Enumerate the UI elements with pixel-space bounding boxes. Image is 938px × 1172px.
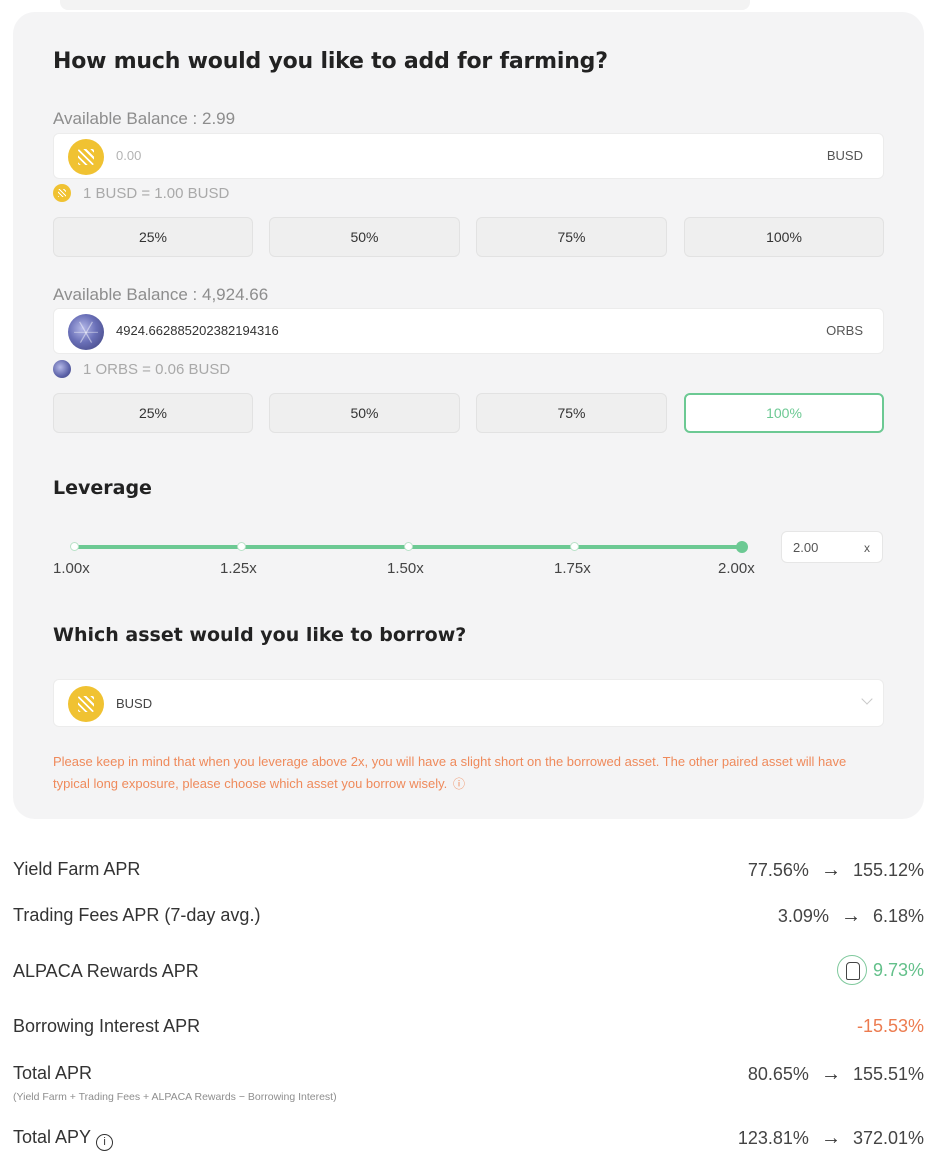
top-edge — [60, 0, 750, 10]
trading-fees-apr-label: Trading Fees APR (7-day avg.) — [13, 905, 261, 925]
orbs-100-button-selected[interactable]: 100% — [684, 393, 884, 433]
orbs-symbol: ORBS — [826, 323, 863, 338]
tick-label-2.00: 2.00x — [718, 560, 755, 577]
borrow-asset-select[interactable]: BUSD — [53, 679, 884, 727]
total-apy-from: 123.81% — [737, 1128, 809, 1148]
busd-coin-icon — [68, 139, 104, 175]
orbs-available-balance: Available Balance : 4,924.66 — [53, 285, 269, 304]
busd-rate: 1 BUSD = 1.00 BUSD — [53, 184, 229, 202]
busd-percent-buttons: 25% 50% 75% 100% — [53, 217, 884, 257]
total-apy-label-text: Total APY — [13, 1127, 92, 1147]
warning-text: Please keep in mind that when you levera… — [53, 754, 847, 791]
chevron-down-icon[interactable] — [861, 693, 873, 705]
busd-coin-icon — [68, 686, 104, 722]
slider-tick-1.50[interactable] — [404, 542, 413, 551]
yield-farm-apr-value: 77.56% → 155.12% — [748, 859, 924, 882]
slider-tick-1.25[interactable] — [237, 542, 246, 551]
tick-label-1.75: 1.75x — [554, 560, 591, 577]
leverage-value[interactable]: 2.00 — [793, 540, 818, 555]
busd-symbol: BUSD — [826, 148, 863, 163]
tick-label-1.25: 1.25x — [220, 560, 257, 577]
yield-farm-to: 155.12% — [852, 860, 924, 880]
orbs-amount-value[interactable]: 4924.662885202382194316 — [116, 323, 279, 338]
orbs-25-button[interactable]: 25% — [53, 393, 253, 433]
yield-farm-apr-label: Yield Farm APR — [13, 859, 141, 879]
orbs-coin-icon — [68, 314, 104, 350]
total-apr-formula: (Yield Farm + Trading Fees + ALPACA Rewa… — [13, 1091, 337, 1103]
total-apy-value: 123.81% → 372.01% — [738, 1127, 924, 1150]
slider-tick-1.75[interactable] — [570, 542, 579, 551]
borrowing-interest-apr-label: Borrowing Interest APR — [13, 1016, 201, 1036]
borrow-title: Which asset would you like to borrow? — [53, 624, 467, 646]
busd-available-balance: Available Balance : 2.99 — [53, 109, 236, 128]
total-apr-label: Total APR — [13, 1063, 93, 1083]
orbs-rate: 1 ORBS = 0.06 BUSD — [53, 360, 230, 378]
total-apy-label: Total APY i — [13, 1127, 114, 1151]
borrow-asset-value: BUSD — [116, 696, 153, 711]
leverage-input[interactable]: 2.00 x — [781, 531, 883, 563]
leverage-warning: Please keep in mind that when you levera… — [53, 751, 883, 795]
busd-25-button[interactable]: 25% — [53, 217, 253, 257]
slider-thumb[interactable] — [736, 541, 748, 553]
orbs-percent-buttons: 25% 50% 75% 100% — [53, 393, 884, 433]
form-title: How much would you like to add for farmi… — [53, 49, 608, 74]
alpaca-rewards-value: 9.73% — [872, 959, 924, 980]
borrowing-interest-apr-value: -15.53% — [856, 1016, 924, 1036]
total-apy-to: 372.01% — [852, 1128, 924, 1148]
total-apr-value: 80.65% → 155.51% — [748, 1063, 924, 1086]
total-apr-from: 80.65% — [747, 1064, 809, 1084]
info-icon[interactable]: i — [96, 1134, 114, 1151]
yield-farm-from: 77.56% — [747, 860, 809, 880]
busd-75-button[interactable]: 75% — [476, 217, 667, 257]
arrow-right-icon: → — [820, 859, 841, 881]
leverage-slider[interactable]: 1.00x 1.25x 1.50x 1.75x 2.00x — [53, 530, 763, 580]
orbs-mini-icon — [53, 360, 71, 378]
info-icon[interactable]: ⓘ — [453, 778, 465, 791]
arrow-right-icon: → — [820, 1063, 841, 1085]
trading-fees-from: 3.09% — [777, 906, 829, 926]
orbs-rate-text: 1 ORBS = 0.06 BUSD — [83, 360, 231, 378]
tick-label-1.50: 1.50x — [387, 560, 424, 577]
total-apr-to: 155.51% — [852, 1064, 924, 1084]
orbs-amount-input[interactable]: 4924.662885202382194316 ORBS — [53, 308, 884, 354]
busd-rate-text: 1 BUSD = 1.00 BUSD — [83, 184, 230, 202]
alpaca-rewards-apr-label: ALPACA Rewards APR — [13, 961, 199, 981]
busd-amount-input[interactable]: 0.00 BUSD — [53, 133, 884, 179]
busd-amount-value[interactable]: 0.00 — [116, 148, 141, 163]
leverage-title: Leverage — [53, 477, 152, 499]
leverage-suffix: x — [864, 541, 870, 555]
trading-fees-apr-value: 3.09% → 6.18% — [778, 905, 924, 928]
orbs-75-button[interactable]: 75% — [476, 393, 667, 433]
arrow-right-icon: → — [840, 905, 861, 927]
arrow-right-icon: → — [820, 1127, 841, 1149]
tick-label-1.00: 1.00x — [53, 560, 90, 577]
alpaca-icon — [836, 955, 867, 985]
trading-fees-to: 6.18% — [872, 906, 924, 926]
busd-50-button[interactable]: 50% — [269, 217, 460, 257]
busd-mini-icon — [53, 184, 71, 202]
slider-tick-1.00[interactable] — [70, 542, 79, 551]
orbs-50-button[interactable]: 50% — [269, 393, 460, 433]
alpaca-rewards-apr-value: 9.73% — [836, 955, 924, 985]
busd-100-button[interactable]: 100% — [684, 217, 884, 257]
